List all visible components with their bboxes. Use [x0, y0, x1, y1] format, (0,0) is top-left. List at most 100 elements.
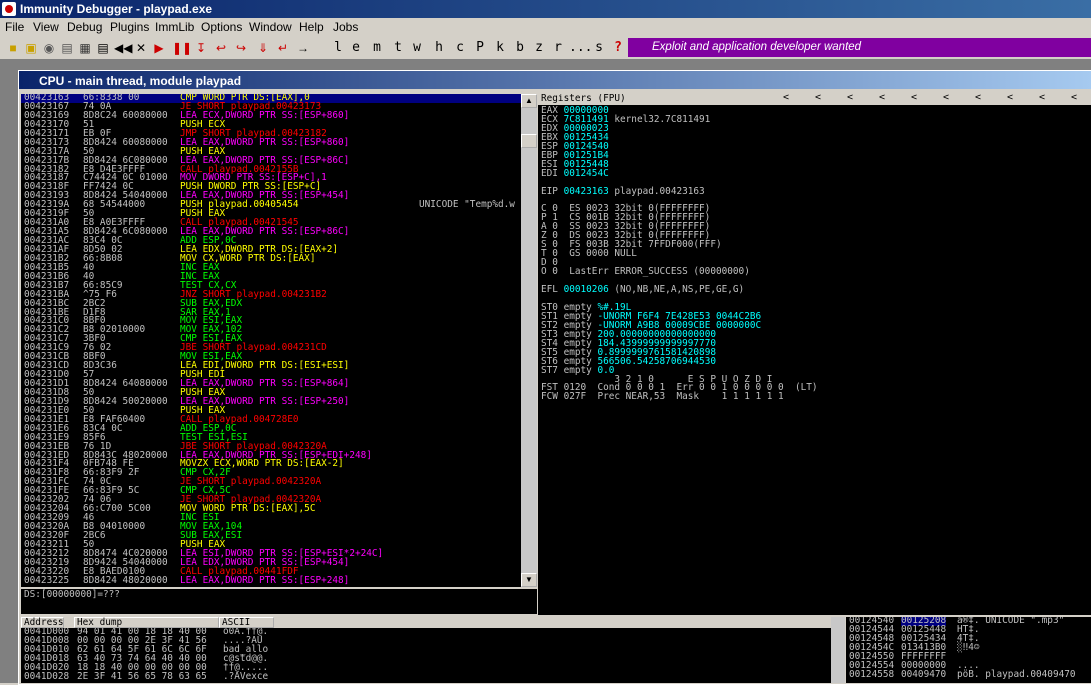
- toolbar-run-trace-button[interactable]: ...: [569, 40, 592, 56]
- menu-jobs[interactable]: Jobs: [333, 20, 358, 34]
- disasm-row[interactable]: 00423225 8D8424 48020000 LEA EAX,DWORD PTR…: [21, 574, 521, 586]
- help-icon[interactable]: ?: [611, 40, 625, 56]
- registers-title: Registers (FPU): [541, 94, 626, 104]
- toolbar-stack-button[interactable]: k: [493, 40, 507, 56]
- toolbar-executables-button[interactable]: e: [349, 40, 363, 56]
- register-line[interactable]: O 0 LastErr ERROR_SUCCESS (00000000): [541, 267, 750, 277]
- toolbar-breakpoints-button[interactable]: b: [513, 40, 527, 56]
- dump-row[interactable]: 0041D028 2E 3F 41 56 65 78 63 65 .?AVexce: [21, 670, 831, 682]
- dump-col-address[interactable]: Address: [21, 617, 64, 628]
- dump-address: 0041D028: [24, 670, 70, 682]
- banner-text: Exploit and application developer wanted: [652, 41, 862, 53]
- disasm-row[interactable]: 00423173 8D8424 60080000 LEA EAX,DWORD PTR…: [21, 138, 521, 148]
- view-icon[interactable]: ▤: [60, 40, 74, 56]
- stack-address: 00124558: [849, 668, 895, 680]
- disasm-hex: 8D8C24 60080000: [83, 109, 168, 121]
- arrow-left-icon[interactable]: <: [943, 94, 949, 103]
- dump-col-hex[interactable]: Hex dump: [74, 617, 219, 628]
- disasm-row[interactable]: 0042320F 2BC6 SUB EAX,ESI: [21, 531, 521, 541]
- arrow-left-icon[interactable]: <: [783, 94, 789, 103]
- disasm-address: 00423225: [24, 574, 70, 586]
- scroll-down-icon[interactable]: ▼: [521, 573, 537, 587]
- register-line[interactable]: EIP 00423163 playpad.00423163: [541, 186, 705, 197]
- arrow-left-icon[interactable]: <: [1007, 94, 1013, 103]
- menu-debug[interactable]: Debug: [67, 20, 102, 34]
- disasm-row[interactable]: 004231CD 8D3C36 LEA EDI,DWORD PTR DS:[ESI+…: [21, 361, 521, 371]
- menu-plugins[interactable]: Plugins: [110, 20, 149, 34]
- open-icon[interactable]: ■: [6, 40, 20, 56]
- execute-till-return-icon[interactable]: ↵: [276, 40, 290, 56]
- module-icon[interactable]: ▦: [78, 40, 92, 56]
- close-icon[interactable]: ✕: [134, 40, 148, 56]
- info-line: DS:[00000000]=???: [24, 589, 120, 600]
- menu-view[interactable]: View: [33, 20, 59, 34]
- trace-into-icon[interactable]: ↪: [234, 40, 248, 56]
- disasm-row[interactable]: 004231D1 8D8424 64080000 LEA EAX,DWORD PTR…: [21, 378, 521, 389]
- disassembly-pane[interactable]: 00423163 66:8338 00 CMP WORD PTR DS:[EAX],…: [21, 94, 521, 587]
- cpu-window-title: CPU - main thread, module playpad: [39, 74, 242, 88]
- dump-header: Address Hex dump ASCII: [21, 617, 831, 628]
- disasm-instruction: LEA EAX,DWORD PTR SS:[ESP+248]: [180, 574, 350, 586]
- arrow-left-icon[interactable]: <: [1039, 94, 1045, 103]
- disassembly-scrollbar[interactable]: ▲ ▼: [521, 94, 537, 587]
- disasm-hex: 8D8424 48020000: [83, 574, 168, 586]
- info-pane[interactable]: DS:[00000000]=???: [21, 589, 537, 614]
- stack-pane[interactable]: 00124540 00125208 ä®‡. UNICODE ".mp3" 00124…: [846, 617, 1091, 683]
- app-icon: [2, 2, 16, 16]
- cpu-window-titlebar[interactable]: CPU - main thread, module playpad: [19, 71, 1091, 89]
- toolbar-handles-button[interactable]: h: [432, 40, 446, 56]
- menu-help[interactable]: Help: [299, 20, 324, 34]
- dump-pane[interactable]: 0041D000 94 01 41 00 18 18 40 00 ö0A.††@. 0…: [21, 628, 831, 683]
- registers-pane[interactable]: Registers (FPU) < < < < < < < < < < EAX …: [538, 94, 1091, 615]
- open-recent-icon[interactable]: ▣: [24, 40, 38, 56]
- arrow-left-icon[interactable]: <: [975, 94, 981, 103]
- toolbar-log-button[interactable]: l: [331, 40, 345, 56]
- toolbar-cpu-button[interactable]: c: [453, 40, 467, 56]
- disasm-hex: 8D8424 64080000: [83, 378, 168, 389]
- menu-window[interactable]: Window: [249, 20, 292, 34]
- register-line[interactable]: EDI 0012454C: [541, 168, 609, 179]
- arrow-left-icon[interactable]: <: [847, 94, 853, 103]
- toolbar-z-button[interactable]: z: [532, 40, 546, 56]
- disasm-row[interactable]: 004231B2 66:8B08 MOV CX,WORD PTR DS:[EAX]: [21, 254, 521, 264]
- dump-col-ascii[interactable]: ASCII: [219, 617, 274, 628]
- toolbar-source-button[interactable]: s: [592, 40, 606, 56]
- arrow-left-icon[interactable]: <: [911, 94, 917, 103]
- run-icon[interactable]: ▶: [152, 40, 166, 56]
- stack-value: 00409470: [901, 668, 947, 680]
- disasm-row[interactable]: 00423204 66:C700 5C00 MOV WORD PTR DS:[EAX…: [21, 504, 521, 514]
- disasm-row[interactable]: 004231D9 8D8424 50020000 LEA EAX,DWORD PTR…: [21, 397, 521, 407]
- go-to-icon[interactable]: →: [296, 40, 310, 56]
- dump-scrollbar[interactable]: [831, 617, 845, 683]
- disasm-row[interactable]: 0042319A 68 54544000 PUSH playpad.00405454…: [21, 200, 521, 210]
- menu-options[interactable]: Options: [201, 20, 242, 34]
- register-line[interactable]: FCW 027F Prec NEAR,53 Mask 1 1 1 1 1 1: [541, 392, 784, 402]
- close-file-icon[interactable]: ◉: [42, 40, 56, 56]
- disasm-row[interactable]: 004231B5 40 INC EAX: [21, 263, 521, 273]
- pause-icon[interactable]: ❚❚: [172, 40, 192, 56]
- toolbar-memory-button[interactable]: m: [370, 40, 384, 56]
- scroll-thumb[interactable]: [521, 134, 537, 148]
- dump-hex: 2E 3F 41 56 65 78 63 65: [77, 670, 207, 682]
- menu-immlib[interactable]: ImmLib: [155, 20, 194, 34]
- registers-header[interactable]: Registers (FPU) < < < < < < < < < <: [538, 94, 1091, 105]
- disasm-row[interactable]: 00423169 8D8C24 60080000 LEA ECX,DWORD PTR…: [21, 109, 521, 121]
- menu-bar: File View Debug Plugins ImmLib Options W…: [0, 18, 1091, 37]
- restart-icon[interactable]: ▤: [96, 40, 110, 56]
- stack-row[interactable]: 00124558 00409470 pöB. playpad.00409470: [846, 668, 1091, 680]
- arrow-left-icon[interactable]: <: [815, 94, 821, 103]
- menu-file[interactable]: File: [5, 20, 24, 34]
- toolbar-patches-button[interactable]: P: [473, 40, 487, 56]
- banner[interactable]: Exploit and application developer wanted: [628, 38, 1091, 57]
- step-over-icon[interactable]: ↩: [214, 40, 228, 56]
- scroll-up-icon[interactable]: ▲: [521, 94, 537, 108]
- trace-over-icon[interactable]: ⇓: [256, 40, 270, 56]
- toolbar-references-button[interactable]: r: [551, 40, 565, 56]
- arrow-left-icon[interactable]: <: [879, 94, 885, 103]
- toolbar-windows-button[interactable]: w: [410, 40, 424, 56]
- step-into-icon[interactable]: ↧: [194, 40, 208, 56]
- register-line[interactable]: EFL 00010206 (NO,NB,NE,A,NS,PE,GE,G): [541, 285, 744, 295]
- toolbar-threads-button[interactable]: t: [391, 40, 405, 56]
- arrow-left-icon[interactable]: <: [1071, 94, 1077, 103]
- rewind-icon[interactable]: ◀◀: [114, 40, 132, 56]
